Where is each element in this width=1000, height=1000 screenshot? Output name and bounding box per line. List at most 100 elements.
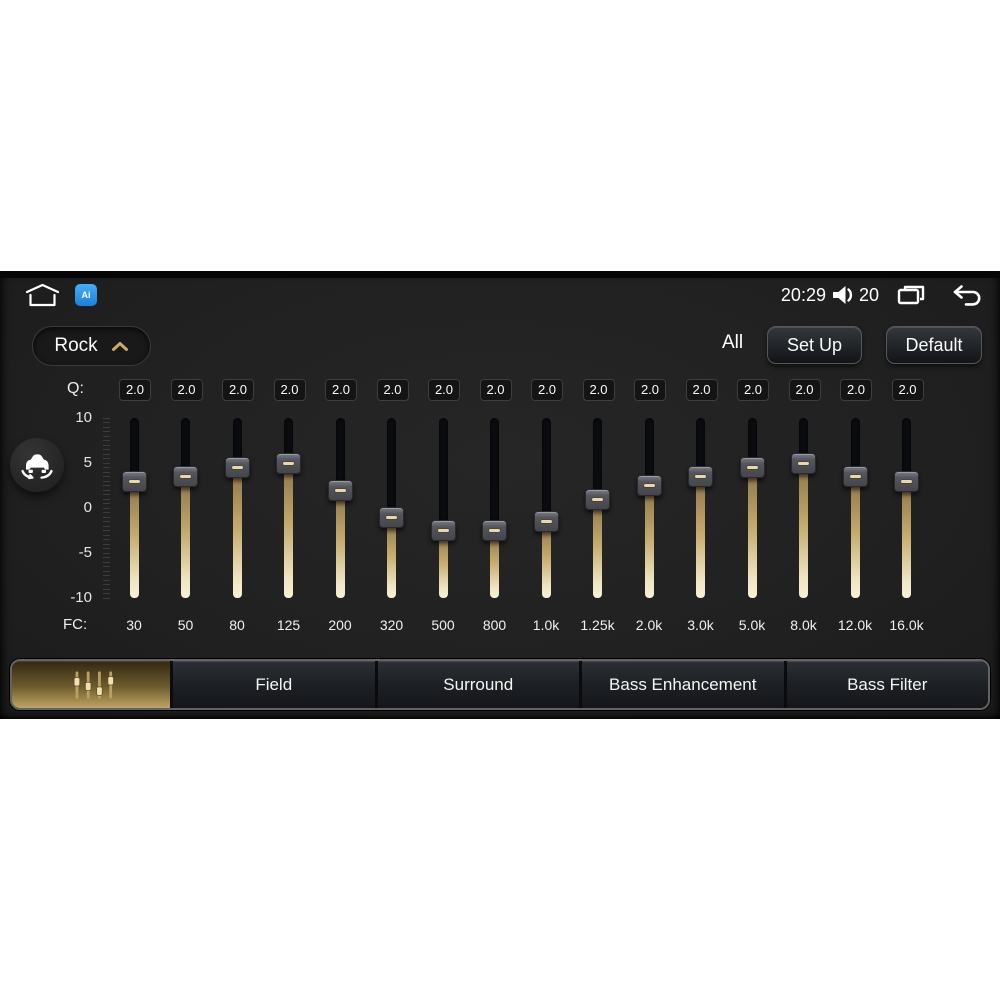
eq-slider-handle[interactable] (533, 511, 559, 532)
q-value-chip[interactable]: 2.0 (582, 379, 615, 401)
preset-label: Rock (54, 335, 98, 356)
eq-slider-handle[interactable] (585, 488, 610, 510)
eq-band-slider (224, 418, 250, 598)
fc-frequency-label: 500 (431, 617, 455, 633)
eq-slider-handle[interactable] (482, 520, 507, 541)
gain-scale-tick (103, 521, 110, 522)
tab-bass-enhancement[interactable]: Bass Enhancement (582, 661, 784, 708)
speaker-icon (832, 286, 853, 304)
fc-row-label: FC: (63, 616, 88, 633)
q-value-chip[interactable]: 2.0 (273, 379, 306, 401)
q-value-chip[interactable]: 2.0 (891, 379, 924, 401)
gain-scale-tick (103, 498, 110, 500)
eq-slider-handle-mark (283, 461, 294, 465)
tab-bass-filter[interactable]: Bass Filter (786, 661, 988, 708)
q-value-chip[interactable]: 2.0 (788, 379, 821, 401)
q-value-chip[interactable]: 2.0 (634, 379, 666, 401)
home-icon (25, 283, 60, 307)
bottom-tab-bar: Field Surround Bass Enhancement Bass Filter (10, 659, 990, 710)
eq-slider-fill (335, 490, 345, 598)
equalizer-app-panel: Ai 20:29 20 Rock All Set Up Default Q: F… (0, 271, 1000, 719)
gain-scale-tick (103, 543, 110, 545)
ai-assistant-button[interactable]: Ai (75, 284, 97, 306)
recent-apps-button[interactable] (897, 284, 925, 306)
eq-slider-handle-mark (592, 497, 603, 501)
eq-slider-handle[interactable] (739, 457, 765, 478)
gain-scale-tick (103, 440, 110, 441)
q-value-chip[interactable]: 2.0 (119, 379, 151, 401)
gain-scale-tick (103, 462, 110, 464)
q-value-chip[interactable]: 2.0 (531, 379, 563, 401)
eq-slider-handle[interactable] (121, 470, 147, 492)
q-value-chip[interactable]: 2.0 (222, 379, 254, 401)
eq-slider-handle-mark (489, 529, 500, 532)
q-value-chip[interactable]: 2.0 (737, 379, 769, 401)
eq-band-slider (636, 418, 662, 598)
eq-slider-handle-mark (231, 466, 243, 469)
eq-slider-handle-mark (798, 461, 809, 465)
eq-slider-fill (696, 476, 705, 598)
gain-scale-tick (103, 426, 110, 428)
gain-scale-tick (103, 449, 110, 450)
q-value-chip[interactable]: 2.0 (325, 379, 357, 401)
fc-frequency-label: 800 (482, 617, 507, 633)
fc-frequency-label: 3.0k (687, 617, 714, 633)
gain-scale-tick (103, 516, 110, 518)
eq-slider-handle[interactable] (379, 506, 404, 528)
eq-band-slider (585, 418, 610, 598)
eq-band-slider (688, 418, 713, 598)
eq-slider-handle[interactable] (791, 452, 816, 474)
eq-slider-handle[interactable] (430, 520, 456, 541)
q-value-chip[interactable]: 2.0 (376, 379, 409, 401)
eq-slider-handle[interactable] (688, 466, 713, 487)
tab-field[interactable]: Field (173, 661, 375, 708)
eq-slider-handle-mark (180, 475, 191, 478)
tab-surround[interactable]: Surround (377, 661, 579, 708)
q-value-chip[interactable]: 2.0 (840, 379, 872, 401)
eq-slider-fill (541, 521, 551, 598)
eq-band-slider (842, 418, 868, 598)
chevron-up-icon (111, 341, 128, 351)
eq-slider-handle[interactable] (894, 470, 919, 492)
eq-slider-handle-mark (437, 529, 449, 532)
tab-equalizer[interactable] (12, 661, 170, 708)
eq-slider-fill (387, 517, 396, 598)
eq-slider-handle-mark (746, 466, 758, 469)
setup-button[interactable]: Set Up (767, 326, 862, 364)
home-button[interactable] (24, 283, 61, 307)
back-button[interactable] (952, 283, 982, 307)
eq-slider-handle[interactable] (276, 452, 301, 474)
gain-scale-tick (103, 467, 110, 468)
car-surround-button[interactable] (10, 438, 64, 492)
q-value-chip[interactable]: 2.0 (685, 379, 718, 401)
eq-slider-handle[interactable] (327, 479, 353, 501)
eq-band-slider (482, 418, 507, 598)
gain-scale-tick (103, 539, 110, 540)
gain-scale-tick (103, 480, 110, 482)
car-surround-icon (21, 454, 53, 480)
gain-scale-tick (103, 507, 110, 509)
volume-button[interactable] (831, 284, 855, 306)
eq-slider-fill (850, 476, 860, 598)
gain-scale-label: 0 (83, 499, 92, 516)
default-button[interactable]: Default (886, 326, 982, 364)
gain-scale-tick (103, 458, 110, 459)
fc-frequency-label: 320 (379, 617, 404, 633)
gain-scale-tick (103, 534, 110, 536)
eq-slider-handle[interactable] (842, 466, 868, 487)
gain-scale-tick (103, 584, 110, 585)
eq-slider-handle[interactable] (173, 466, 198, 487)
gain-scale-tick (103, 453, 110, 455)
gain-scale-tick (103, 561, 110, 563)
gain-scale-tick (103, 485, 110, 486)
fc-frequency-label: 50 (177, 617, 194, 633)
q-value-chip[interactable]: 2.0 (479, 379, 512, 401)
gain-scale-tick (103, 593, 110, 594)
preset-selector[interactable]: Rock (32, 326, 151, 366)
gain-scale-tick (103, 512, 110, 513)
eq-slider-handle[interactable] (224, 457, 250, 478)
all-button[interactable]: All (722, 332, 743, 354)
q-value-chip[interactable]: 2.0 (428, 379, 460, 401)
eq-slider-handle[interactable] (636, 475, 662, 496)
q-value-chip[interactable]: 2.0 (170, 379, 203, 401)
